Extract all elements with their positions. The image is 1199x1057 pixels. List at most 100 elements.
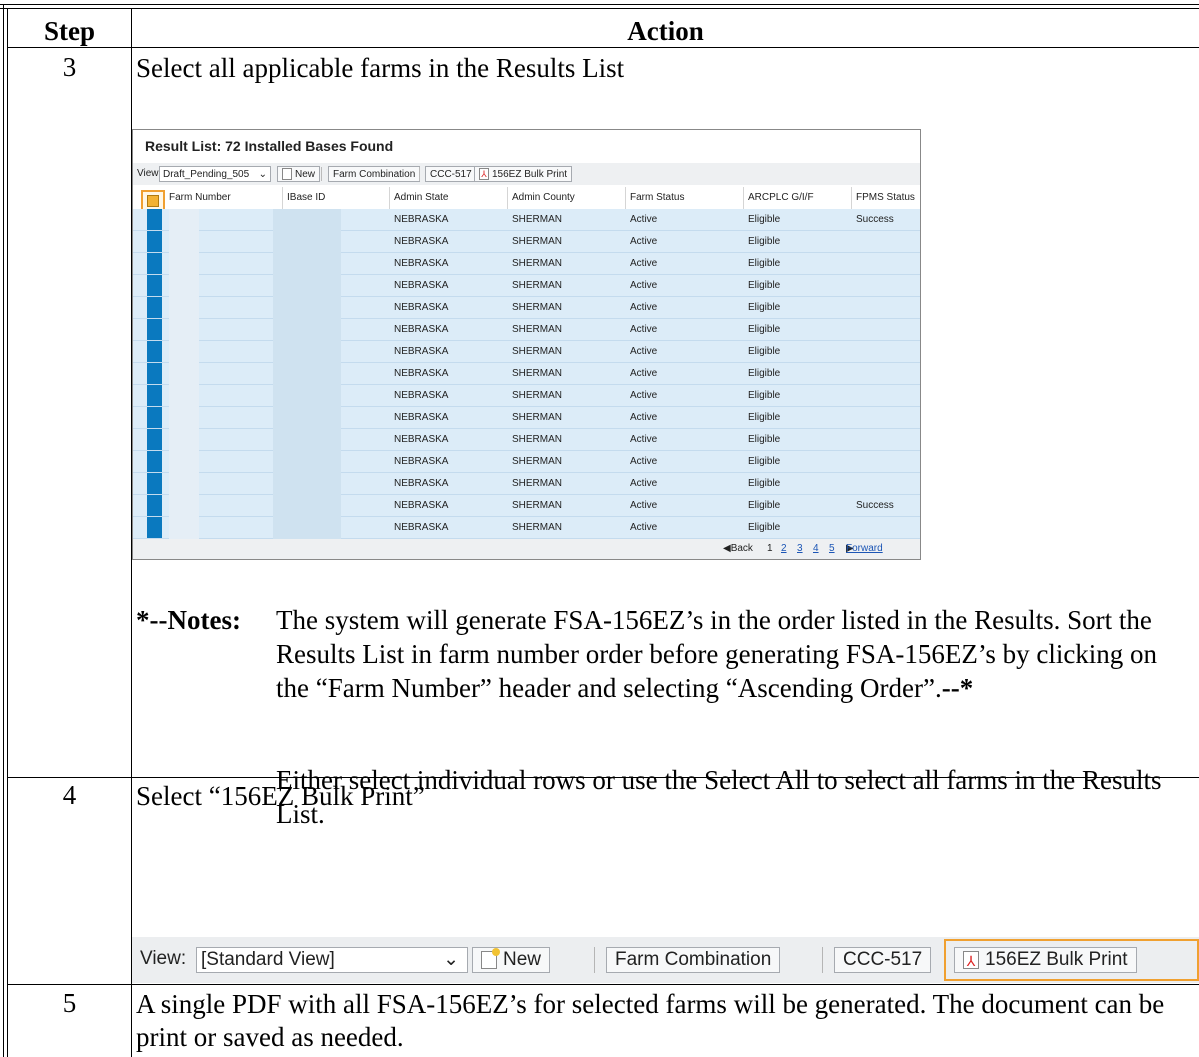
new-button[interactable]: New [277, 166, 321, 182]
row-selector[interactable] [147, 495, 162, 516]
column-header-admin-state[interactable]: Admin State [390, 187, 508, 209]
table-row[interactable]: NEBRASKA SHERMAN Active Eligible [133, 451, 920, 473]
cell-status: Active [630, 302, 658, 313]
page-1[interactable]: 1 [767, 539, 773, 559]
table-border-left-inner [7, 8, 8, 1057]
result-list-toolbar: View: Draft_Pending_505 ⌄ New Farm Combin… [133, 163, 920, 185]
row-selector[interactable] [147, 319, 162, 340]
row-selector[interactable] [147, 297, 162, 318]
row-selector[interactable] [147, 451, 162, 472]
row-selector[interactable] [147, 517, 162, 538]
table-border-left [3, 4, 4, 1057]
view-label-large: View: [140, 948, 187, 969]
row-selector[interactable] [147, 407, 162, 428]
row-selector[interactable] [147, 275, 162, 296]
row-selector[interactable] [147, 253, 162, 274]
table-row[interactable]: NEBRASKA SHERMAN Active Eligible Success [133, 209, 920, 231]
step-number-3: 3 [62, 52, 77, 82]
page-2-link[interactable]: 2 [781, 539, 787, 559]
step-number-5: 5 [62, 988, 77, 1018]
cell-state: NEBRASKA [394, 522, 449, 533]
toolbar-separator [419, 167, 420, 181]
back-link[interactable]: ◀ Back [723, 539, 753, 559]
select-all-icon [147, 195, 159, 207]
page-4-link[interactable]: 4 [813, 539, 819, 559]
cell-arc: Eligible [748, 522, 781, 533]
table-row[interactable]: NEBRASKA SHERMAN Active Eligible Success [133, 495, 920, 517]
new-document-icon [481, 947, 500, 969]
table-row[interactable]: NEBRASKA SHERMAN Active Eligible [133, 275, 920, 297]
page-3-link[interactable]: 3 [797, 539, 803, 559]
cell-status: Active [630, 280, 658, 291]
cell-county: SHERMAN [512, 236, 563, 247]
ccc-517-button-large[interactable]: CCC-517 [834, 947, 932, 973]
column-header-admin-county[interactable]: Admin County [508, 187, 626, 209]
row-selector[interactable] [147, 341, 162, 362]
cell-state: NEBRASKA [394, 500, 449, 511]
result-list-pager: ◀ Back 1 2 3 4 5 Forward ▶ [133, 539, 920, 559]
cell-arc: Eligible [748, 346, 781, 357]
notes-end-marker: --* [941, 673, 974, 703]
cell-state: NEBRASKA [394, 258, 449, 269]
ibase-id-redaction [273, 209, 341, 539]
table-row[interactable]: NEBRASKA SHERMAN Active Eligible [133, 253, 920, 275]
row-selector[interactable] [147, 385, 162, 406]
column-header-fpms-status[interactable]: FPMS Status [852, 187, 920, 209]
column-header-ibase-id[interactable]: IBase ID [283, 187, 390, 209]
table-row[interactable]: NEBRASKA SHERMAN Active Eligible [133, 429, 920, 451]
column-header-farm-status[interactable]: Farm Status [626, 187, 744, 209]
new-button-large-label: New [503, 949, 542, 970]
procedure-table: Step Action 3 Select all applicable farm… [0, 0, 1199, 1057]
row-selector[interactable] [147, 231, 162, 252]
cell-status: Active [630, 434, 658, 445]
new-document-icon [282, 168, 292, 181]
column-header-farm-number[interactable]: Farm Number [165, 187, 283, 209]
table-row[interactable]: NEBRASKA SHERMAN Active Eligible [133, 363, 920, 385]
cell-county: SHERMAN [512, 258, 563, 269]
page-5-link[interactable]: 5 [829, 539, 835, 559]
cell-county: SHERMAN [512, 302, 563, 313]
cell-county: SHERMAN [512, 478, 563, 489]
notes-text: The system will generate FSA-156EZ’s in … [276, 605, 1158, 703]
ccc-517-button[interactable]: CCC-517 [425, 166, 477, 182]
bulk-print-button[interactable]: ⅄ 156EZ Bulk Print [474, 166, 573, 182]
cell-county: SHERMAN [512, 456, 563, 467]
step5-instruction: A single PDF with all FSA-156EZ’s for se… [136, 989, 1165, 1052]
farm-combination-button[interactable]: Farm Combination [328, 166, 421, 182]
farm-combination-button-large[interactable]: Farm Combination [606, 947, 781, 973]
cell-state: NEBRASKA [394, 302, 449, 313]
cell-state: NEBRASKA [394, 456, 449, 467]
table-row[interactable]: NEBRASKA SHERMAN Active Eligible [133, 517, 920, 539]
table-row[interactable]: NEBRASKA SHERMAN Active Eligible [133, 385, 920, 407]
table-row[interactable]: NEBRASKA SHERMAN Active Eligible [133, 231, 920, 253]
view-select-large-value: [Standard View] [201, 949, 335, 970]
cell-county: SHERMAN [512, 324, 563, 335]
forward-link[interactable]: Forward ▶ [846, 539, 883, 559]
row-selector[interactable] [147, 209, 162, 230]
row-selector[interactable] [147, 363, 162, 384]
row-selector[interactable] [147, 473, 162, 494]
chevron-down-icon: ⌄ [258, 169, 267, 180]
new-button-large[interactable]: New [472, 947, 551, 973]
cell-status: Active [630, 456, 658, 467]
bulk-print-button-large[interactable]: ⅄ 156EZ Bulk Print [954, 947, 1137, 973]
toolbar-separator [594, 947, 595, 973]
cell-arc: Eligible [748, 500, 781, 511]
table-row[interactable]: NEBRASKA SHERMAN Active Eligible [133, 473, 920, 495]
view-select[interactable]: Draft_Pending_505 ⌄ [159, 166, 271, 182]
row-selector[interactable] [147, 429, 162, 450]
table-row[interactable]: NEBRASKA SHERMAN Active Eligible [133, 341, 920, 363]
view-select-large[interactable]: [Standard View] ⌄ [196, 947, 468, 973]
table-row[interactable]: NEBRASKA SHERMAN Active Eligible [133, 319, 920, 341]
table-row[interactable]: NEBRASKA SHERMAN Active Eligible [133, 407, 920, 429]
table-row[interactable]: NEBRASKA SHERMAN Active Eligible [133, 297, 920, 319]
cell-county: SHERMAN [512, 368, 563, 379]
cell-county: SHERMAN [512, 522, 563, 533]
cell-status: Active [630, 412, 658, 423]
cell-arc: Eligible [748, 236, 781, 247]
pdf-icon: ⅄ [963, 950, 979, 969]
column-header-arcplc[interactable]: ARCPLC G/I/F [744, 187, 852, 209]
table-border-top [0, 4, 1199, 5]
cell-status: Active [630, 258, 658, 269]
cell-county: SHERMAN [512, 412, 563, 423]
